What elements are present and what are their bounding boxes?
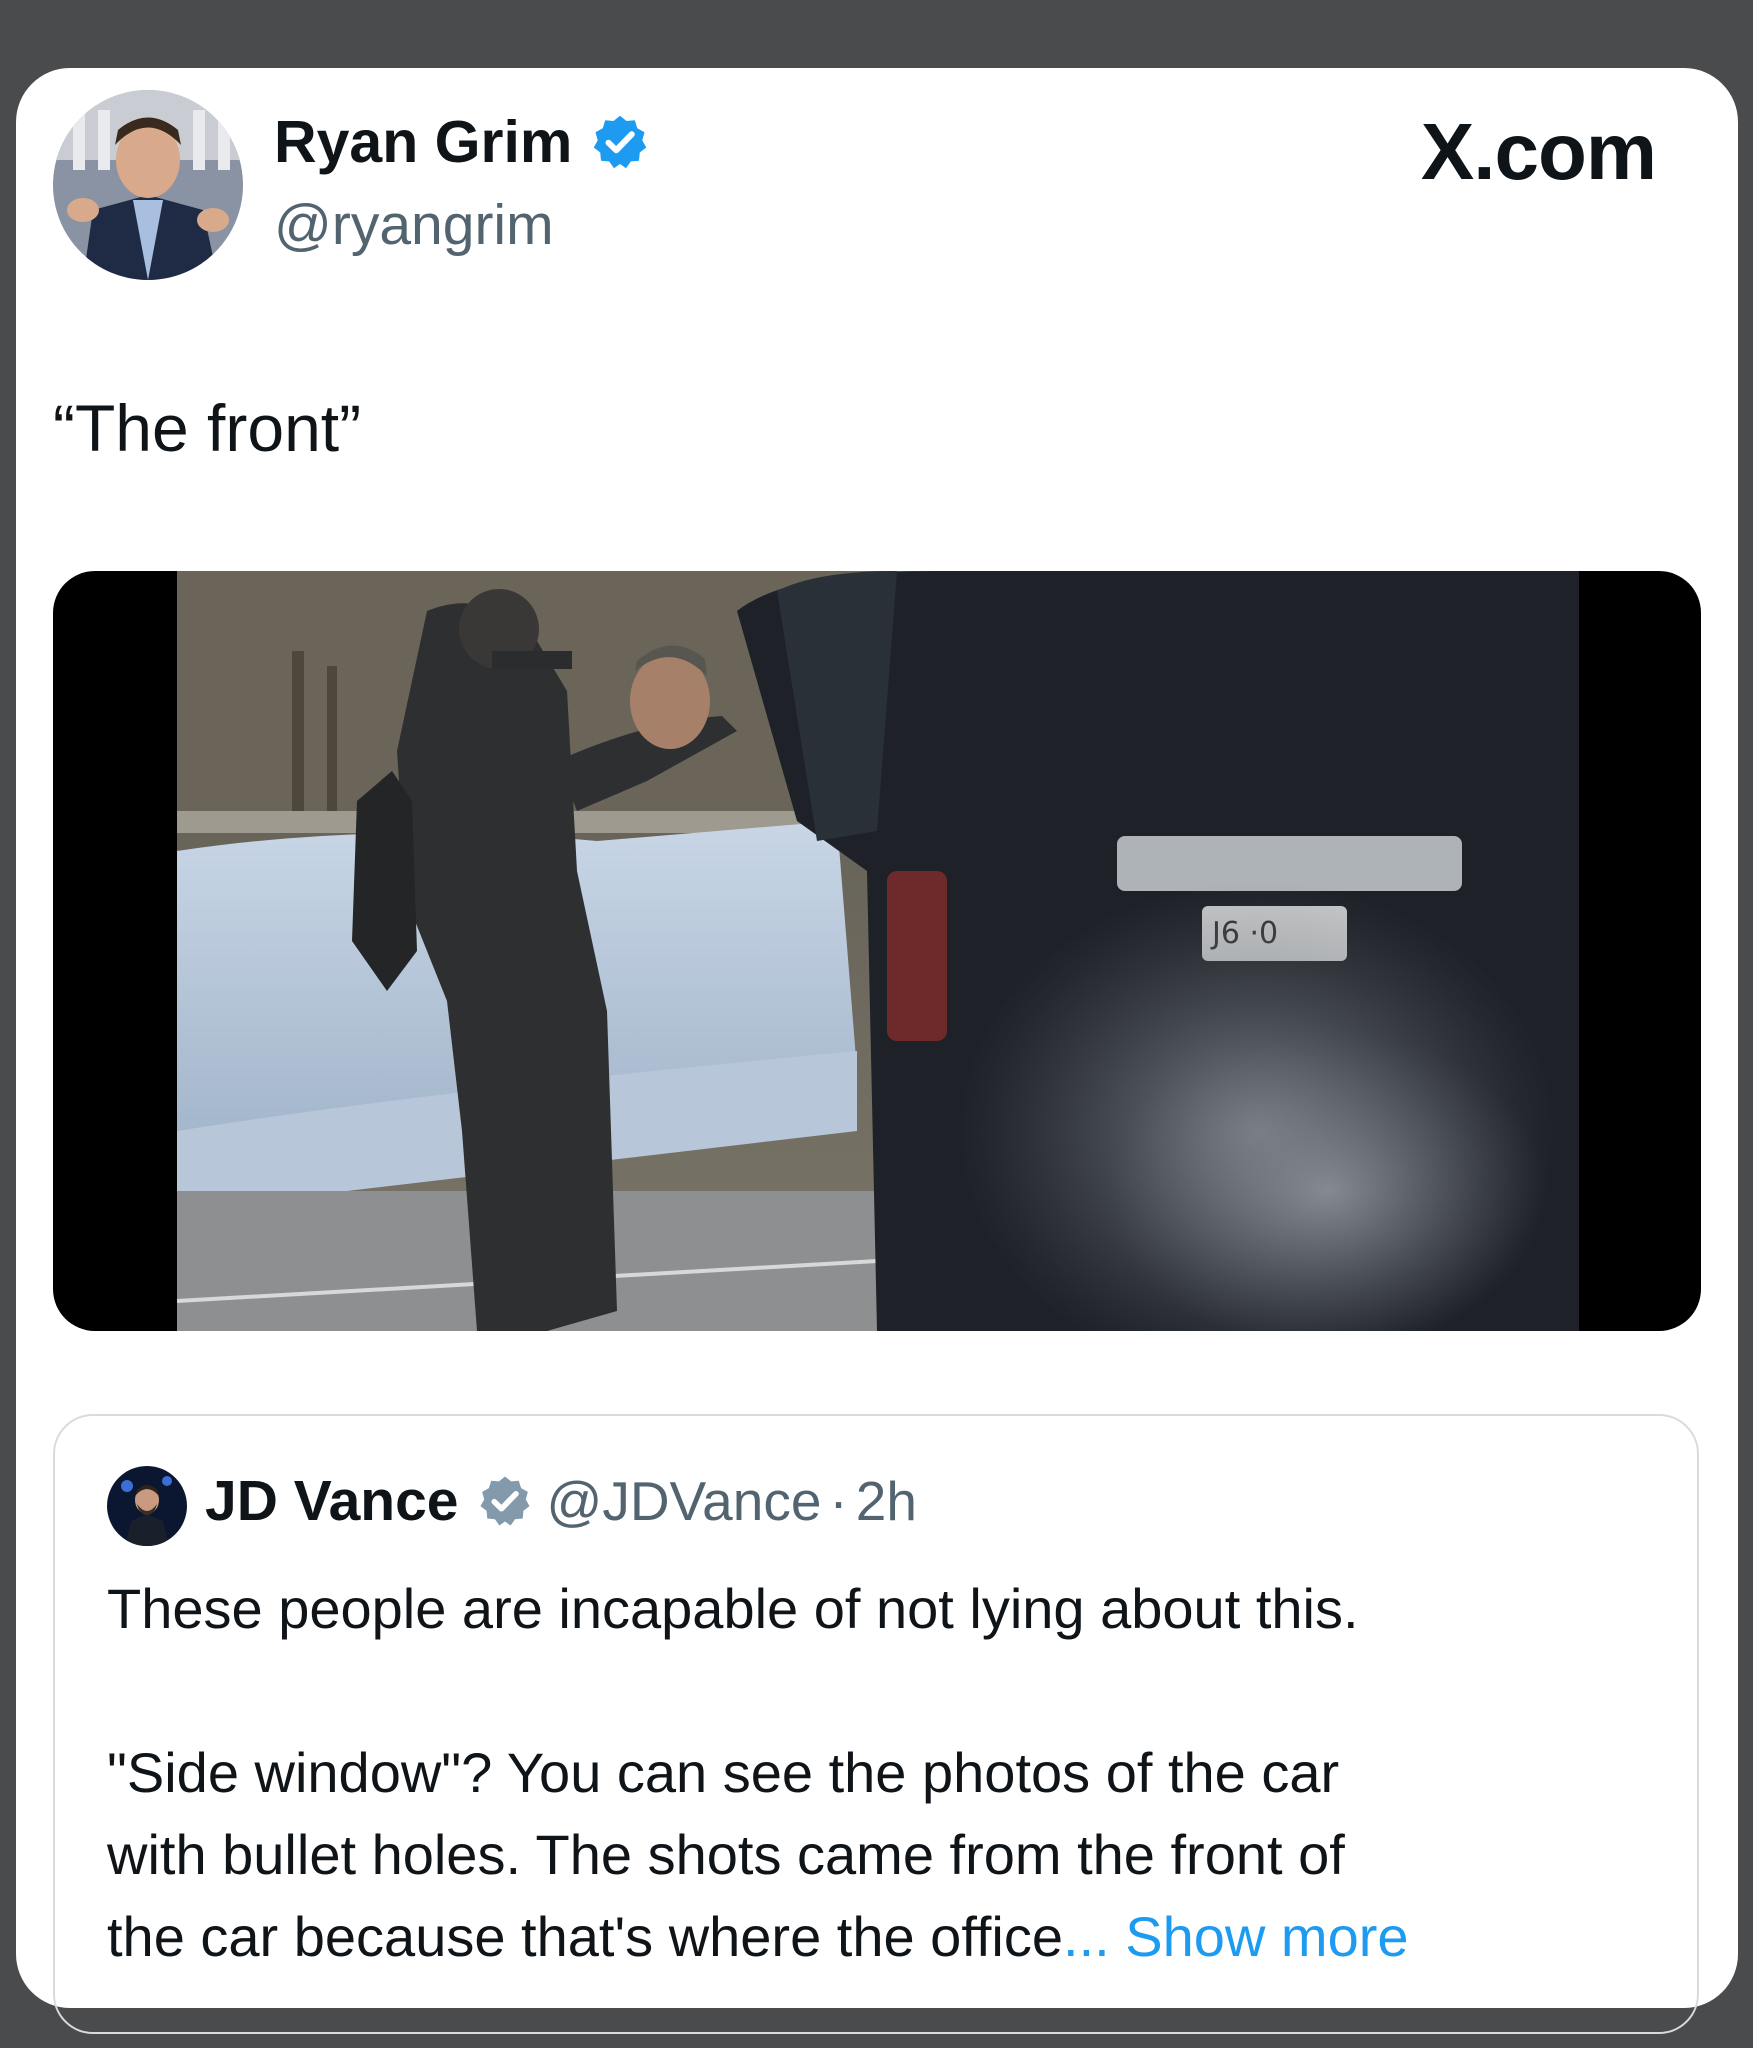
verified-badge-icon — [594, 115, 647, 169]
quoted-post-text-line-4: the car because that's where the office.… — [107, 1904, 1409, 1969]
quoted-post-time[interactable]: 2h — [856, 1469, 917, 1533]
ellipsis: ... — [1063, 1905, 1110, 1968]
post-text: “The front” — [53, 391, 362, 465]
author-avatar[interactable] — [53, 90, 243, 280]
author-name-row[interactable]: Ryan Grim — [274, 108, 650, 176]
quoted-post-text-line-2: "Side window"? You can see the photos of… — [107, 1741, 1340, 1804]
post-video[interactable]: J6 ·0 — [53, 571, 1701, 1331]
quoted-author-name[interactable]: JD Vance — [205, 1468, 459, 1534]
quoted-post-text-line-3: with bullet holes. The shots came from t… — [107, 1823, 1345, 1886]
quoted-post-header: JD Vance @JDVance · 2h — [205, 1468, 917, 1534]
quoted-author-handle[interactable]: @JDVance — [547, 1469, 822, 1533]
quoted-post[interactable]: JD Vance @JDVance · 2h These people are … — [53, 1414, 1699, 2034]
quoted-post-text-line-1: These people are incapable of not lying … — [107, 1577, 1359, 1640]
show-more-link[interactable]: Show more — [1125, 1905, 1408, 1968]
brand-logo: X.com — [1420, 107, 1657, 196]
quoted-post-text-line-4-text: the car because that's where the office — [107, 1905, 1064, 1968]
quoted-author-avatar[interactable] — [107, 1466, 187, 1546]
author-name[interactable]: Ryan Grim — [274, 108, 572, 176]
separator-dot: · — [829, 1470, 848, 1532]
video-frame-image: J6 ·0 — [177, 571, 1579, 1331]
post-card: Ryan Grim @ryangrim X.com “The front” JD… — [16, 68, 1738, 2034]
author-handle[interactable]: @ryangrim — [274, 192, 554, 258]
verified-badge-icon — [480, 1476, 529, 1526]
